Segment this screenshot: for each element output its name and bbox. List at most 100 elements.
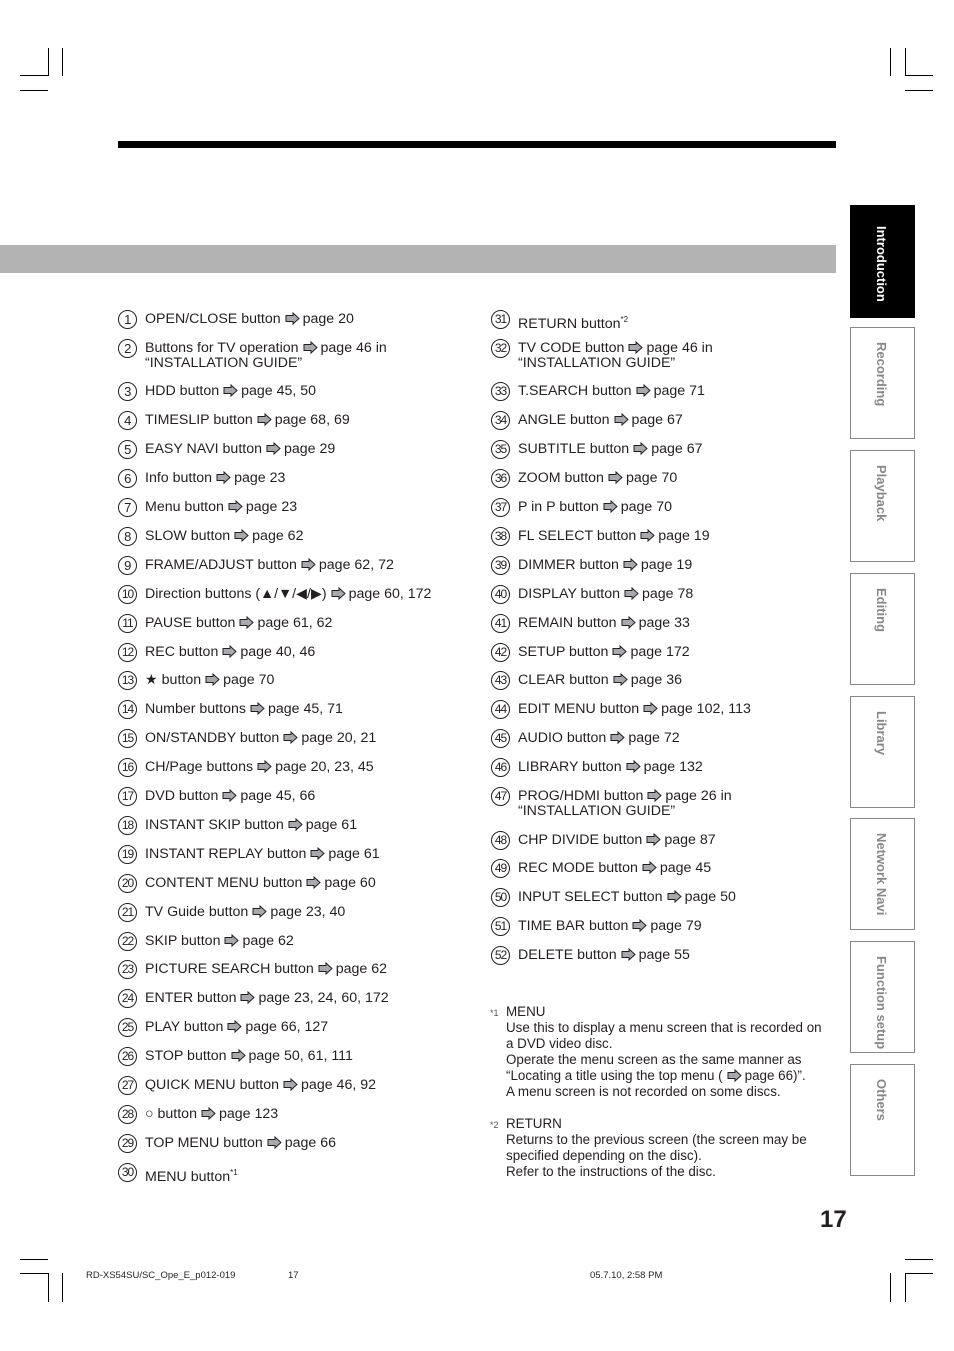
page-reference[interactable]: page 46 in <box>321 340 387 356</box>
page-reference[interactable]: page 45 <box>660 860 711 876</box>
page-reference[interactable]: page 45, 66 <box>240 788 315 804</box>
page-reference[interactable]: page 72 <box>628 730 679 746</box>
tab-library[interactable]: Library <box>850 696 915 808</box>
list-item: 43 CLEAR button page 36 <box>491 671 682 691</box>
page-reference[interactable]: page 70 <box>621 499 672 515</box>
page-reference[interactable]: page 50, 61, 111 <box>249 1048 353 1064</box>
page-reference-arrow-icon <box>223 384 238 398</box>
item-label: TOP MENU button <box>145 1134 263 1151</box>
tab-others[interactable]: Others <box>850 1064 915 1176</box>
page-reference[interactable]: page 45, 71 <box>268 701 343 717</box>
list-item: 50 INPUT SELECT button page 50 <box>491 888 736 908</box>
item-number-badge: 18 <box>118 815 137 835</box>
list-item: 1 OPEN/CLOSE button page 20 <box>118 310 354 329</box>
page-reference[interactable]: page 70 <box>626 470 677 486</box>
page-reference[interactable]: page 60 <box>324 875 375 891</box>
page-reference[interactable]: page 45, 50 <box>241 383 316 399</box>
list-item: 41 REMAIN button page 33 <box>491 613 690 633</box>
item-label: HDD button <box>145 383 220 400</box>
item-number-badge: 40 <box>491 584 510 604</box>
page-reference-arrow-icon <box>727 1069 742 1082</box>
page-reference[interactable]: page 33 <box>639 615 690 631</box>
page-reference[interactable]: page 132 <box>644 759 703 775</box>
page-reference[interactable]: page 62 <box>242 933 293 949</box>
page-reference-arrow-icon <box>266 442 281 456</box>
crop-mark <box>890 1273 891 1302</box>
tab-playback[interactable]: Playback <box>850 450 915 562</box>
page-reference[interactable]: page 50 <box>685 889 736 905</box>
crop-mark <box>20 90 48 91</box>
list-item: 24 ENTER button page 23, 24, 60, 172 <box>118 989 389 1009</box>
page-reference[interactable]: page 61 <box>328 846 379 862</box>
page-reference[interactable]: page 23, 24, 60, 172 <box>258 990 388 1006</box>
page-reference[interactable]: page 55 <box>639 947 690 963</box>
page-reference[interactable]: page 26 in <box>665 788 731 804</box>
page-reference[interactable]: page 62 <box>252 528 303 544</box>
item-number-badge: 21 <box>118 902 137 922</box>
footnote-menu: *1 MENU Use this to display a menu scree… <box>490 1004 822 1100</box>
page-reference[interactable]: page 20 <box>303 311 354 327</box>
item-number-badge: 13 <box>118 671 137 691</box>
page-reference[interactable]: page 66 <box>285 1135 336 1151</box>
page-reference[interactable]: page 123 <box>219 1106 278 1122</box>
tab-editing[interactable]: Editing <box>850 573 915 685</box>
list-item: 22 SKIP button page 62 <box>118 931 294 951</box>
page-reference[interactable]: page 23 <box>234 470 285 486</box>
page-reference[interactable]: page 61, 62 <box>257 615 332 631</box>
item-label: INSTANT REPLAY button <box>145 845 307 862</box>
item-number-badge: 16 <box>118 758 137 778</box>
item-description: CHP DIVIDE button page 87 <box>518 832 716 848</box>
page-reference[interactable]: page 66, 127 <box>245 1019 328 1035</box>
item-number-badge: 50 <box>491 888 510 908</box>
page-reference[interactable]: page 172 <box>630 644 689 660</box>
list-item: 25 PLAY button page 66, 127 <box>118 1018 328 1038</box>
page-reference[interactable]: page 102, 113 <box>661 701 751 717</box>
page-reference[interactable]: page 70 <box>223 672 274 688</box>
page-reference[interactable]: page 71 <box>654 383 705 399</box>
tab-introduction[interactable]: Introduction <box>850 205 915 318</box>
list-item: 31 RETURN button*2 <box>491 310 628 332</box>
tab-function-setup[interactable]: Function setup <box>850 941 915 1053</box>
item-number-badge: 32 <box>491 338 510 358</box>
page-reference[interactable]: page 67 <box>651 441 702 457</box>
page-reference[interactable]: page 19 <box>658 528 709 544</box>
item-number-badge: 19 <box>118 844 137 864</box>
item-label: INSTANT SKIP button <box>145 816 284 833</box>
tab-label: Function setup <box>873 956 889 1050</box>
page-reference-arrow-icon <box>267 1135 282 1149</box>
page-reference[interactable]: page 19 <box>641 557 692 573</box>
page-reference[interactable]: page 62, 72 <box>319 557 394 573</box>
item-number-badge: 7 <box>118 498 137 517</box>
page-reference[interactable]: page 78 <box>642 586 693 602</box>
page-reference[interactable]: page 46 in <box>646 340 712 356</box>
page-reference[interactable]: page 61 <box>306 817 357 833</box>
page-reference[interactable]: page 36 <box>631 672 682 688</box>
page-reference[interactable]: page 62 <box>336 961 387 977</box>
page-reference[interactable]: page 20, 21 <box>301 730 376 746</box>
list-item: 39 DIMMER button page 19 <box>491 555 692 575</box>
item-description: DELETE button page 55 <box>518 948 690 963</box>
item-description: LIBRARY button page 132 <box>518 760 703 775</box>
page-reference[interactable]: page 79 <box>650 918 701 934</box>
list-item: 40 DISPLAY button page 78 <box>491 584 693 604</box>
page-reference[interactable]: page 60, 172 <box>349 586 432 602</box>
item-label: MENU button <box>145 1168 231 1185</box>
page-reference[interactable]: page 68, 69 <box>275 412 350 428</box>
tab-recording[interactable]: Recording <box>850 327 915 439</box>
page-reference[interactable]: page 23 <box>246 499 297 515</box>
item-label: STOP button <box>145 1048 227 1065</box>
item-description: OPEN/CLOSE button page 20 <box>145 312 354 327</box>
page-reference[interactable]: page 87 <box>664 832 715 848</box>
item-label: ANGLE button <box>518 412 610 429</box>
item-label: DELETE button <box>518 947 617 964</box>
page-reference[interactable]: page 23, 40 <box>270 904 345 920</box>
tab-network-navi[interactable]: Network Navi <box>850 818 915 930</box>
page-reference[interactable]: page 67 <box>632 412 683 428</box>
page-reference[interactable]: page 46, 92 <box>301 1077 376 1093</box>
page-reference[interactable]: page 29 <box>284 441 335 457</box>
footnote-line: Returns to the previous screen (the scre… <box>506 1132 807 1147</box>
page-reference-arrow-icon <box>227 1020 243 1034</box>
page-reference[interactable]: page 40, 46 <box>240 644 315 660</box>
page-reference[interactable]: page 20, 23, 45 <box>275 759 374 775</box>
item-label: EASY NAVI button <box>145 441 262 458</box>
